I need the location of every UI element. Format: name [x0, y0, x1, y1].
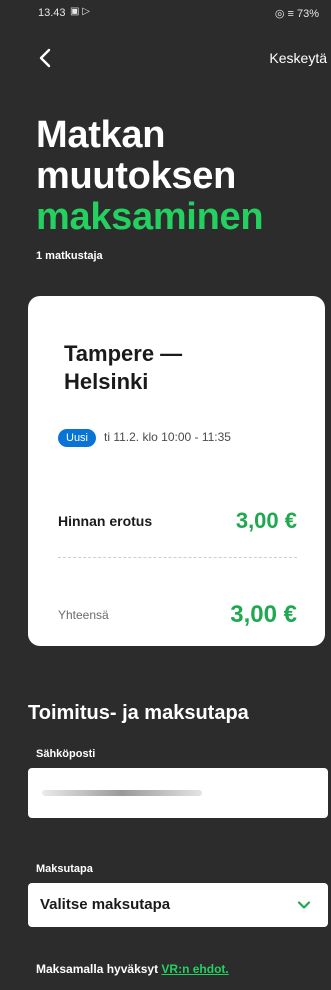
total-label: Yhteensä	[58, 608, 109, 622]
route-destination: Helsinki	[64, 369, 149, 394]
payment-method-label: Maksutapa	[36, 863, 93, 875]
trip-time: ti 11.2. klo 10:00 - 11:35	[104, 430, 231, 444]
status-time: 13.43	[38, 7, 66, 19]
terms-text: Maksamalla hyväksyt VR:n ehdot.	[36, 962, 229, 976]
terms-link[interactable]: VR:n ehdot.	[161, 962, 228, 976]
total-amount: 3,00 €	[230, 601, 297, 628]
status-badge: Uusi	[58, 429, 97, 447]
battery-status: ◎ ≡ 73%	[274, 8, 319, 20]
redacted-email	[42, 790, 202, 796]
terms-prefix: Maksamalla hyväksyt	[36, 962, 162, 976]
route-name: Tampere — Helsinki	[64, 340, 264, 396]
route-origin: Tampere —	[64, 341, 183, 366]
payment-method-select[interactable]: Valitse maksutapa	[28, 883, 328, 927]
trip-summary-card: Tampere — Helsinki Uusi ti 11.2. klo 10:…	[28, 296, 325, 646]
notification-icons: ▣ ▷	[70, 6, 90, 17]
price-difference-amount: 3,00 €	[235, 508, 297, 533]
title-line-2: muutoksen	[36, 155, 236, 197]
top-navigation: Keskeytä	[0, 42, 331, 74]
payment-method-value: Valitse maksutapa	[40, 896, 171, 913]
cancel-button[interactable]: Keskeytä	[269, 50, 327, 66]
section-title: Toimitus- ja maksutapa	[28, 702, 249, 724]
status-bar: 13.43 ▣ ▷ ◎ ≡ 73%	[0, 0, 331, 30]
chevron-down-icon	[296, 897, 312, 913]
divider	[58, 557, 297, 558]
email-field[interactable]	[28, 768, 328, 818]
price-difference-label: Hinnan erotus	[58, 513, 153, 529]
email-label: Sähköposti	[36, 748, 96, 760]
page-title: Matkan muutoksen maksaminen	[36, 114, 264, 238]
title-line-1: Matkan	[36, 114, 166, 156]
title-line-3: maksaminen	[36, 196, 264, 238]
back-arrow-icon[interactable]	[34, 46, 58, 70]
passenger-count: 1 matkustaja	[36, 250, 103, 262]
